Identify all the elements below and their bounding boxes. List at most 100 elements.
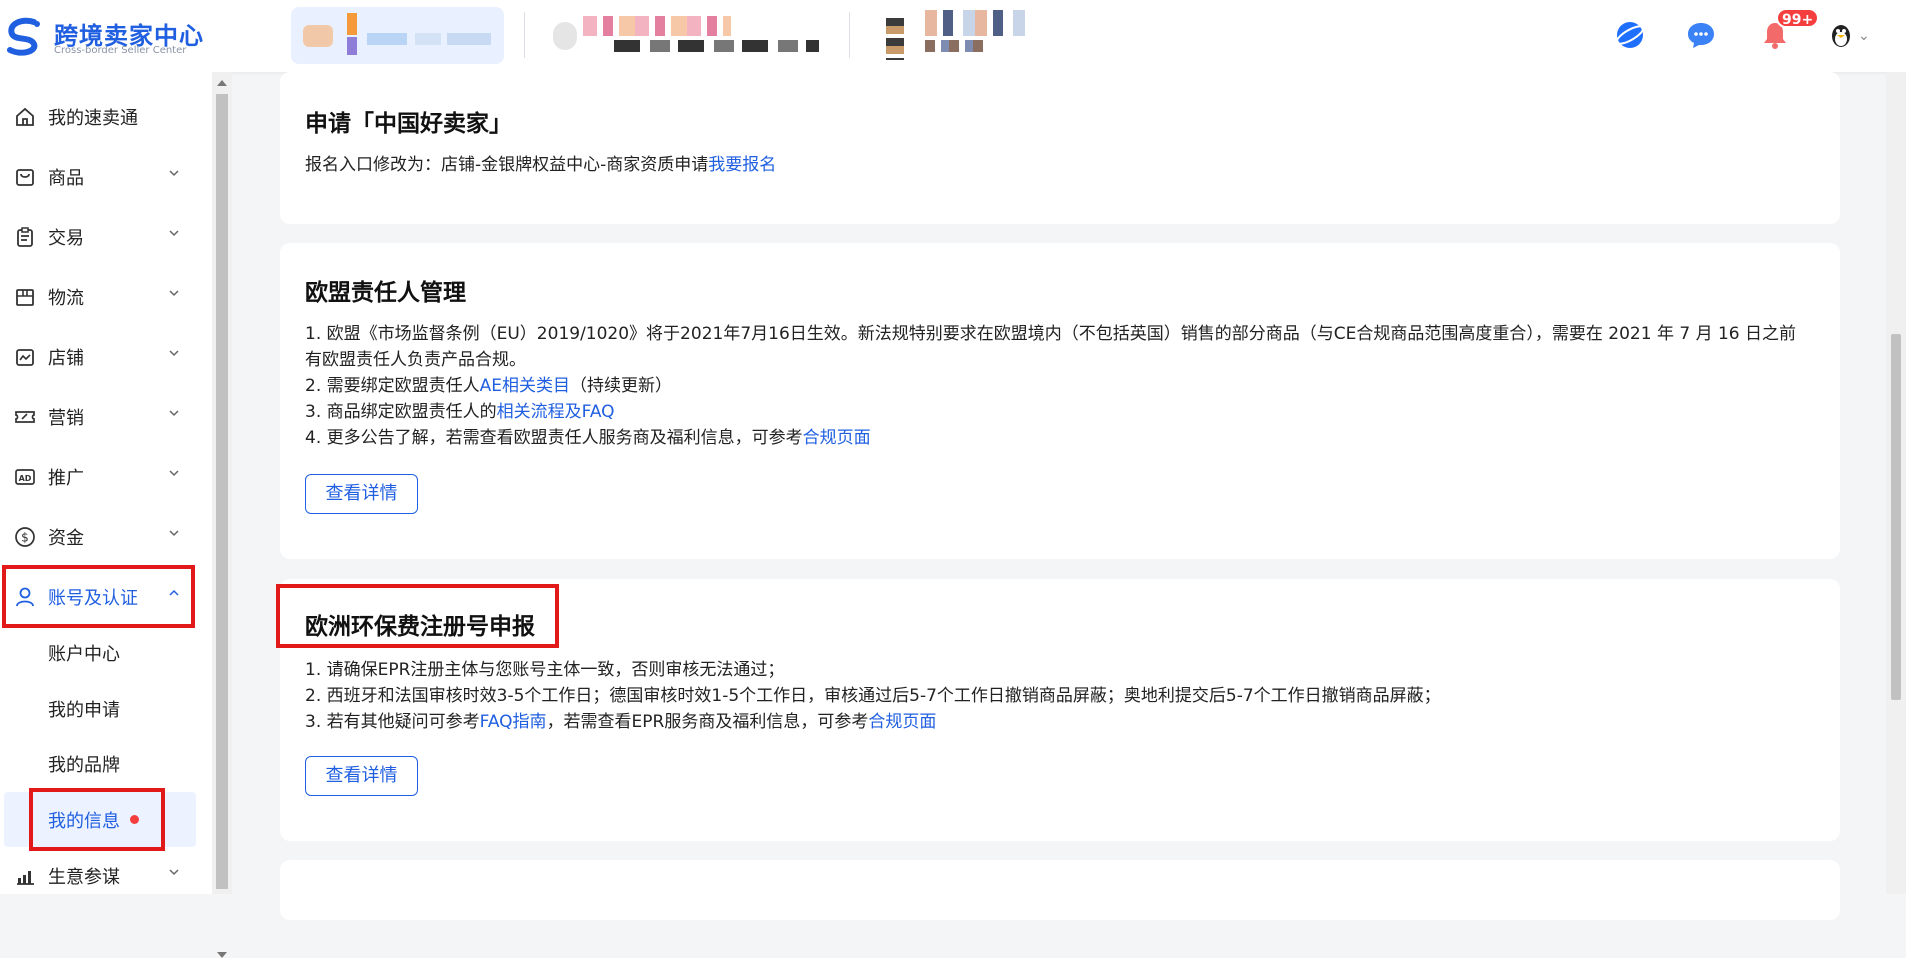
scroll-up-icon[interactable] bbox=[217, 80, 227, 86]
sidebar: 我的速卖通 商品 交易 物流 店铺 营销 AD 推广 $ 资金 账号及认证 账户… bbox=[0, 72, 212, 894]
home-icon bbox=[16, 107, 34, 126]
chevron-down-icon bbox=[169, 290, 179, 297]
divider bbox=[849, 12, 850, 58]
sidebar-subitem-my-brands[interactable]: 我的品牌 bbox=[32, 740, 120, 788]
highlight-box bbox=[29, 788, 165, 851]
sidebar-item-label: 交易 bbox=[48, 228, 84, 249]
ae-category-link[interactable]: AE相关类目 bbox=[480, 376, 570, 396]
blurred-text bbox=[925, 40, 985, 52]
chevron-down-icon bbox=[169, 470, 179, 477]
card-body: 1. 欧盟《市场监督条例（EU）2019/1020》将于2021年7月16日生效… bbox=[305, 321, 1815, 451]
bag-icon bbox=[16, 169, 34, 186]
card-text: 1. 请确保EPR注册主体与您账号主体一致，否则审核无法通过； bbox=[305, 660, 785, 680]
blurred-text bbox=[367, 33, 407, 45]
card-text: ，若需查看EPR服务商及福利信息，可参考 bbox=[546, 712, 869, 732]
sidebar-item-promotion[interactable]: AD 推广 bbox=[0, 453, 200, 501]
top-bar: 跨境卖家中心 Cross-border Seller Center 99+ ⌄ bbox=[0, 0, 1906, 72]
store-avatar bbox=[303, 25, 333, 47]
sidebar-item-label: 营销 bbox=[48, 408, 84, 429]
sidebar-item-label: 商品 bbox=[48, 168, 84, 189]
sidebar-subitem-my-applications[interactable]: 我的申请 bbox=[32, 685, 120, 733]
sidebar-item-business-advisor[interactable]: 生意参谋 bbox=[0, 852, 200, 900]
planet-icon[interactable] bbox=[1615, 20, 1645, 50]
card-text: 4. 更多公告了解，若需查看欧盟责任人服务商及福利信息，可参考 bbox=[305, 428, 803, 448]
chevron-down-icon[interactable]: ⌄ bbox=[1858, 28, 1870, 44]
view-details-button[interactable]: 查看详情 bbox=[305, 474, 418, 514]
sidebar-scrollbar[interactable] bbox=[212, 72, 232, 958]
blurred-text bbox=[447, 33, 491, 45]
box-icon bbox=[16, 289, 34, 306]
chevron-down-icon bbox=[169, 230, 179, 237]
process-faq-link[interactable]: 相关流程及FAQ bbox=[497, 402, 615, 422]
card-body: 1. 请确保EPR注册主体与您账号主体一致，否则审核无法通过； 2. 西班牙和法… bbox=[305, 657, 1815, 735]
sidebar-item-label: 资金 bbox=[48, 528, 84, 549]
view-details-button[interactable]: 查看详情 bbox=[305, 756, 418, 796]
card-text: 3. 商品绑定欧盟责任人的 bbox=[305, 402, 497, 422]
chevron-down-icon bbox=[169, 869, 179, 876]
blurred-text bbox=[347, 37, 357, 55]
card-text: 报名入口修改为：店铺-金银牌权益中心-商家资质申请 bbox=[305, 155, 709, 175]
chevron-down-icon bbox=[169, 350, 179, 357]
card-text: 1. 欧盟《市场监督条例（EU）2019/1020》将于2021年7月16日生效… bbox=[305, 324, 1797, 344]
blurred-text bbox=[925, 10, 1025, 36]
scrollbar-thumb[interactable] bbox=[1891, 334, 1901, 700]
sidebar-subitem-account-center[interactable]: 账户中心 bbox=[32, 629, 120, 677]
store-switcher[interactable] bbox=[291, 7, 504, 64]
card-eu-responsible-person: 欧盟责任人管理 1. 欧盟《市场监督条例（EU）2019/1020》将于2021… bbox=[280, 243, 1840, 559]
blurred-text bbox=[347, 13, 357, 35]
card-text: 有欧盟责任人负责产品合规。 bbox=[305, 350, 526, 370]
chevron-down-icon bbox=[169, 410, 179, 417]
highlight-box bbox=[2, 565, 195, 628]
logo-subtitle: Cross-border Seller Center bbox=[54, 45, 187, 56]
store-avatar bbox=[553, 22, 577, 50]
card-text: 3. 若有其他疑问可参考 bbox=[305, 712, 480, 732]
sidebar-subitem-label: 我的品牌 bbox=[48, 755, 120, 776]
blurred-text bbox=[886, 18, 904, 60]
shop-icon bbox=[16, 349, 34, 366]
card-text: 2. 西班牙和法国审核时效3-5个工作日；德国审核时效1-5个工作日，审核通过后… bbox=[305, 686, 1441, 706]
main-scrollbar[interactable] bbox=[1886, 72, 1906, 894]
scroll-down-icon[interactable] bbox=[217, 952, 227, 958]
sidebar-item-trade[interactable]: 交易 bbox=[0, 213, 200, 261]
sidebar-item-funds[interactable]: $ 资金 bbox=[0, 513, 200, 561]
sidebar-item-label: 生意参谋 bbox=[48, 867, 120, 888]
sidebar-item-marketing[interactable]: 营销 bbox=[0, 393, 200, 441]
chevron-down-icon bbox=[169, 530, 179, 537]
blurred-text bbox=[415, 33, 441, 45]
sidebar-subitem-label: 我的申请 bbox=[48, 700, 120, 721]
card-title: 申请「中国好卖家」 bbox=[305, 111, 512, 137]
sidebar-item-label: 物流 bbox=[48, 288, 84, 309]
svg-text:AD: AD bbox=[19, 474, 32, 483]
ad-icon: AD bbox=[15, 469, 35, 485]
card-body: 报名入口修改为：店铺-金银牌权益中心-商家资质申请我要报名 bbox=[305, 152, 1815, 178]
register-link[interactable]: 我要报名 bbox=[708, 155, 776, 175]
chart-icon bbox=[17, 871, 34, 885]
compliance-page-link[interactable]: 合规页面 bbox=[803, 428, 871, 448]
sidebar-item-label: 推广 bbox=[48, 468, 84, 489]
sidebar-item-products[interactable]: 商品 bbox=[0, 153, 200, 201]
ticket-icon bbox=[15, 411, 35, 423]
dollar-icon: $ bbox=[15, 527, 35, 547]
sidebar-item-home[interactable]: 我的速卖通 bbox=[0, 93, 200, 141]
chat-icon[interactable] bbox=[1686, 20, 1716, 50]
card-partial bbox=[280, 860, 1840, 920]
scrollbar-thumb[interactable] bbox=[216, 94, 228, 889]
faq-guide-link[interactable]: FAQ指南 bbox=[480, 712, 547, 732]
clipboard-icon bbox=[17, 227, 33, 247]
sidebar-item-logistics[interactable]: 物流 bbox=[0, 273, 200, 321]
card-text: （持续更新） bbox=[570, 376, 672, 396]
blurred-text bbox=[614, 40, 819, 52]
card-text: 2. 需要绑定欧盟责任人 bbox=[305, 376, 480, 396]
sidebar-item-label: 我的速卖通 bbox=[48, 108, 138, 129]
sidebar-subitem-label: 账户中心 bbox=[48, 644, 120, 665]
sidebar-item-store[interactable]: 店铺 bbox=[0, 333, 200, 381]
svg-text:$: $ bbox=[21, 531, 29, 545]
blurred-text bbox=[583, 16, 731, 36]
card-title: 欧盟责任人管理 bbox=[305, 280, 466, 306]
sidebar-item-label: 店铺 bbox=[48, 348, 84, 369]
highlight-box bbox=[276, 584, 559, 648]
compliance-page-link[interactable]: 合规页面 bbox=[868, 712, 936, 732]
chevron-down-icon bbox=[169, 170, 179, 177]
avatar[interactable] bbox=[1826, 20, 1856, 50]
card-good-seller: 申请「中国好卖家」 报名入口修改为：店铺-金银牌权益中心-商家资质申请我要报名 bbox=[280, 72, 1840, 224]
